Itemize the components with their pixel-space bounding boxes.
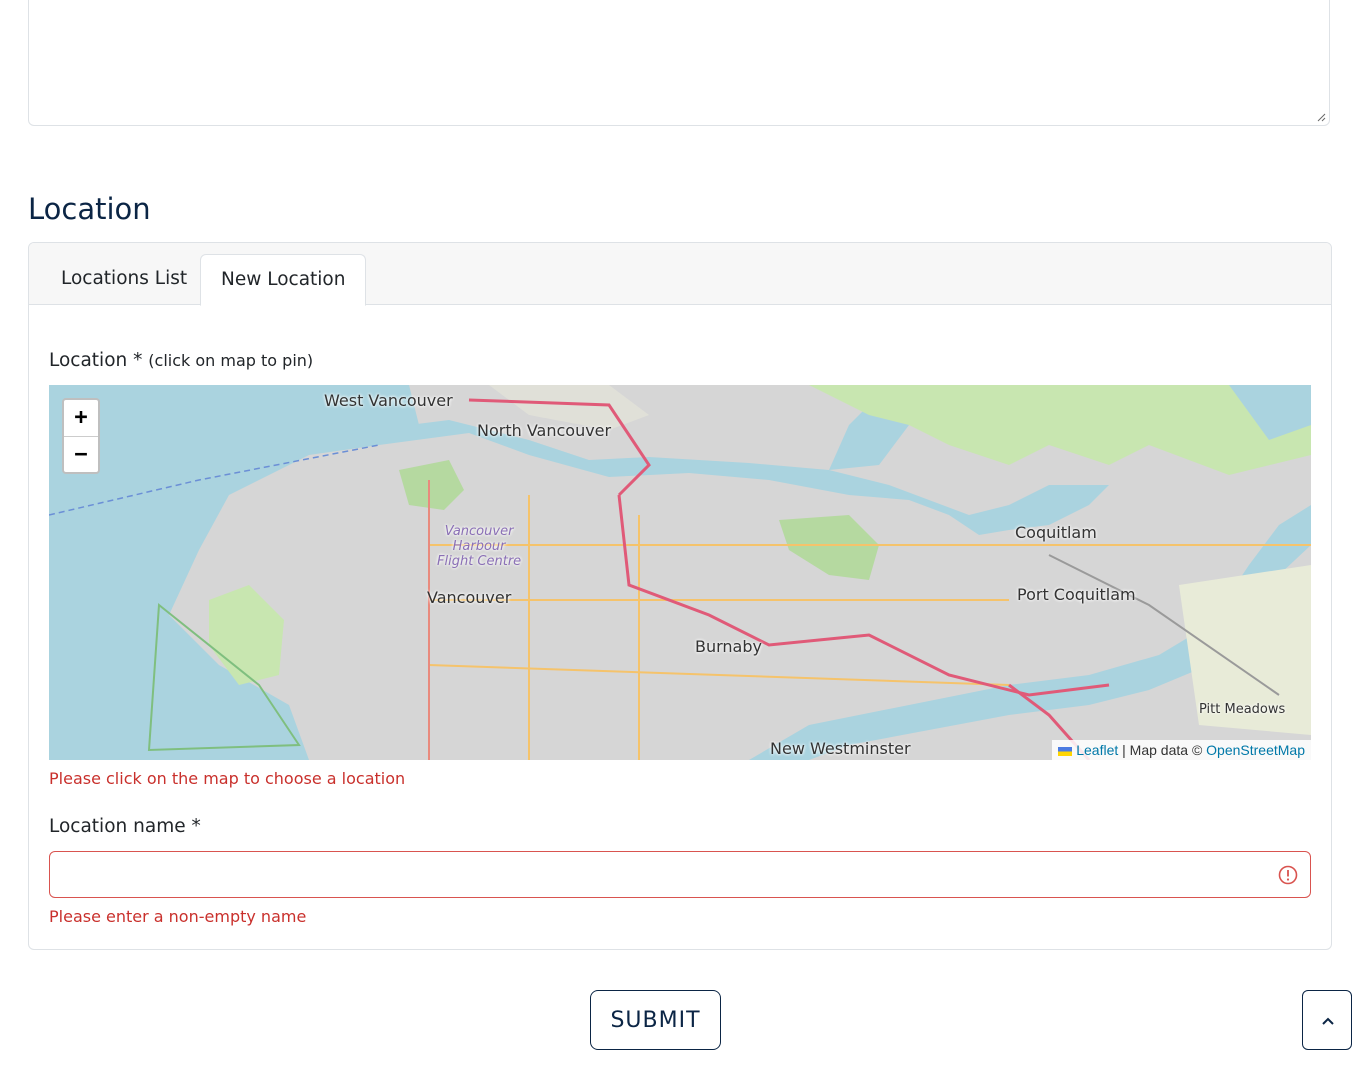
map-label-new-westminster: New Westminster — [770, 739, 911, 758]
map-label-burnaby: Burnaby — [695, 637, 762, 656]
ukraine-flag-icon — [1058, 746, 1073, 756]
name-error-message: Please enter a non-empty name — [49, 907, 307, 926]
tab-locations-list[interactable]: Locations List — [41, 254, 207, 306]
location-card: Locations List New Location Location * (… — [28, 242, 1332, 950]
tab-bar: Locations List New Location — [29, 243, 1331, 306]
scroll-to-top-button[interactable] — [1302, 990, 1352, 1050]
location-name-label: Location name * — [49, 816, 201, 837]
map-label-airport: Vancouver Harbour Flight Centre — [437, 524, 521, 569]
leaflet-link[interactable]: Leaflet — [1076, 742, 1118, 758]
resize-handle-icon[interactable] — [1316, 112, 1326, 122]
zoom-control: + − — [62, 398, 100, 474]
submit-button[interactable]: SUBMIT — [590, 990, 721, 1050]
map-label-pitt-meadows: Pitt Meadows — [1199, 702, 1286, 717]
map-label-north-vancouver: North Vancouver — [477, 421, 612, 440]
airport-line-2: Harbour — [452, 539, 506, 554]
map-label-coquitlam: Coquitlam — [1015, 523, 1097, 542]
alert-circle-icon — [1278, 865, 1298, 885]
location-label-text: Location * — [49, 350, 143, 371]
zoom-in-button[interactable]: + — [64, 400, 98, 437]
map-tiles — [49, 385, 1311, 760]
location-field-label: Location * (click on map to pin) — [49, 350, 313, 371]
map-label-vancouver: Vancouver — [427, 588, 512, 607]
airport-line-1: Vancouver — [444, 524, 514, 539]
location-map[interactable]: West Vancouver North Vancouver Vancouver… — [49, 385, 1311, 760]
attribution-separator: | Map data © — [1118, 742, 1207, 758]
map-attribution: Leaflet | Map data © OpenStreetMap — [1052, 740, 1311, 760]
tab-new-location[interactable]: New Location — [200, 254, 367, 306]
section-title: Location — [28, 192, 151, 226]
location-name-input[interactable] — [49, 851, 1311, 898]
chevron-up-icon — [1322, 1017, 1334, 1025]
location-label-hint: (click on map to pin) — [148, 351, 314, 370]
openstreetmap-link[interactable]: OpenStreetMap — [1206, 742, 1305, 758]
description-textarea[interactable] — [28, 0, 1330, 126]
zoom-out-button[interactable]: − — [64, 437, 98, 473]
map-error-message: Please click on the map to choose a loca… — [49, 769, 406, 788]
map-label-west-vancouver: West Vancouver — [324, 391, 453, 410]
airport-line-3: Flight Centre — [437, 554, 522, 569]
map-label-port-coquitlam: Port Coquitlam — [1017, 585, 1136, 604]
